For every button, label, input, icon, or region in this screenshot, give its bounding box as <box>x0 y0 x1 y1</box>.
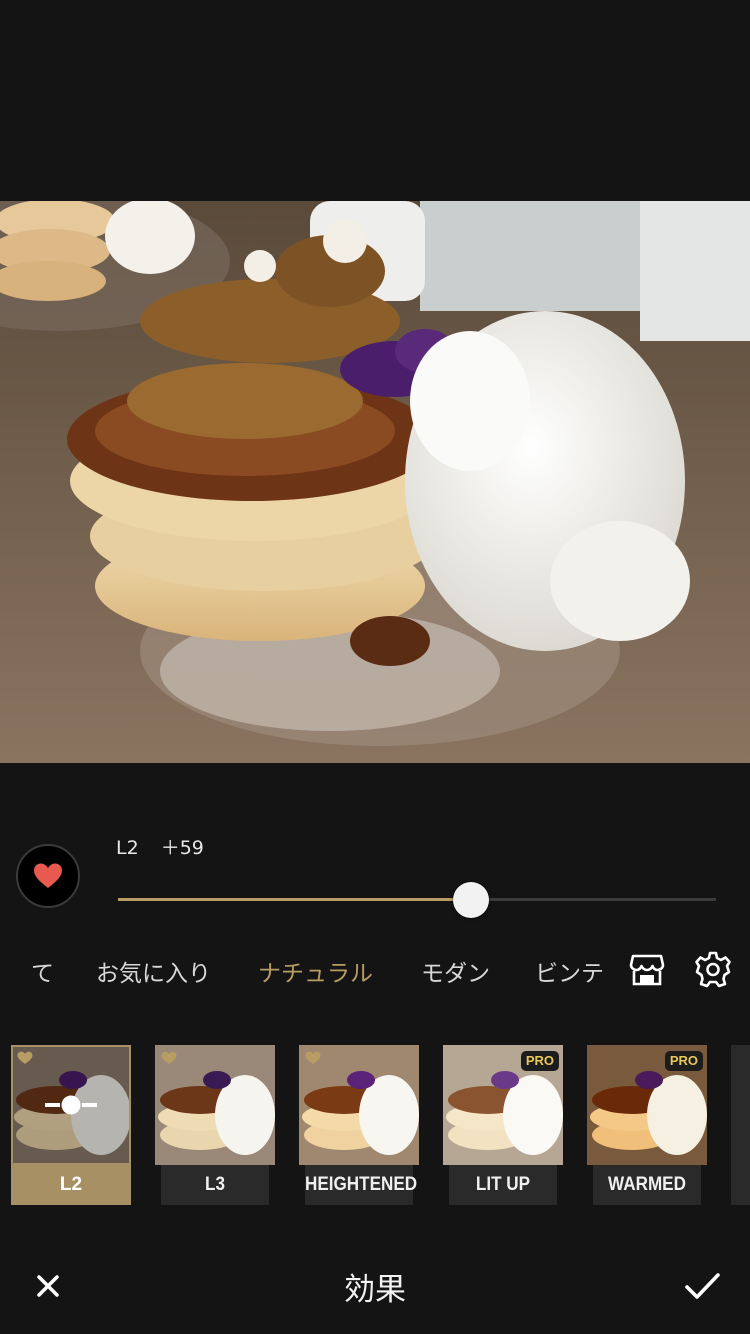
pro-badge: PRO <box>664 1051 703 1071</box>
filter-lit-up[interactable]: PRO LIT UP <box>443 1045 563 1205</box>
settings-button[interactable] <box>694 950 732 988</box>
pancake-photo <box>0 201 750 763</box>
favorite-mark-icon <box>161 1051 177 1064</box>
filter-label: LIT UP <box>449 1165 557 1205</box>
filter-strip: L2 L3 HEIGHTENED PRO LIT UP PRO WARMED <box>0 1045 750 1207</box>
favorite-mark-icon <box>17 1051 33 1064</box>
adjust-readout: L2 ＋59 <box>116 833 204 860</box>
adjust-slider-icon <box>45 1095 97 1115</box>
favorite-button[interactable] <box>16 844 80 908</box>
confirm-button[interactable] <box>682 1266 722 1306</box>
photo-preview <box>0 201 750 763</box>
favorite-mark-icon <box>305 1051 321 1064</box>
tab-modern[interactable]: モダン <box>421 954 490 988</box>
filter-heightened[interactable]: HEIGHTENED <box>299 1045 419 1205</box>
gear-icon <box>695 951 731 988</box>
filter-warmed[interactable]: PRO WARMED <box>587 1045 707 1205</box>
slider-thumb[interactable] <box>452 882 489 918</box>
intensity-slider[interactable] <box>118 880 716 920</box>
adjust-filter-name: L2 <box>116 837 139 859</box>
filter-thumbnail <box>731 1045 750 1205</box>
tab-vintage[interactable]: ビンテ <box>535 954 604 988</box>
store-button[interactable] <box>628 950 666 988</box>
checkmark-icon <box>685 1273 720 1299</box>
close-icon <box>37 1275 59 1297</box>
filter-label: HEIGHTENED <box>305 1165 417 1205</box>
adjust-value: ＋59 <box>160 837 204 859</box>
store-icon <box>629 954 665 986</box>
category-tabs: て お気に入り ナチュラル モダン ビンテ <box>0 940 614 996</box>
pro-badge: PRO <box>520 1051 559 1071</box>
slider-fill <box>118 898 471 901</box>
tab-favorites[interactable]: お気に入り <box>96 954 211 988</box>
filter-label: L3 <box>161 1165 269 1205</box>
filter-next-partial[interactable] <box>731 1045 750 1205</box>
filter-l3[interactable]: L3 <box>155 1045 275 1205</box>
heart-icon <box>34 863 62 888</box>
filter-label: WARMED <box>593 1165 701 1205</box>
tab-category[interactable]: て <box>31 954 54 988</box>
tab-natural[interactable]: ナチュラル <box>258 954 373 988</box>
filter-l2[interactable]: L2 <box>11 1045 131 1205</box>
cancel-button[interactable] <box>28 1266 68 1306</box>
filter-label: L2 <box>11 1165 131 1205</box>
screen-title: 効果 <box>344 1272 406 1308</box>
